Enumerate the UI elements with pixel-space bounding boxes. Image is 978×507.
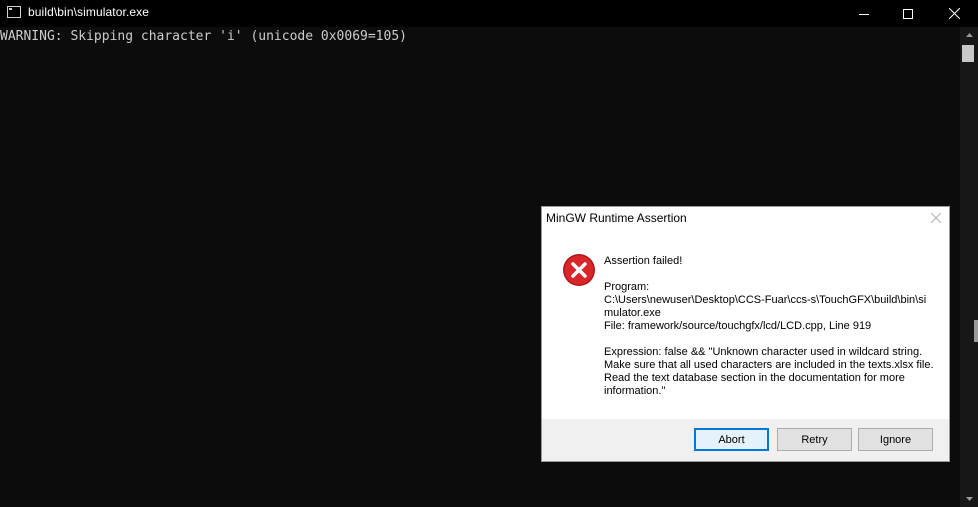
- close-icon: [931, 213, 941, 223]
- console-window-icon: [7, 6, 21, 18]
- abort-button[interactable]: Abort: [694, 428, 769, 451]
- assertion-dialog[interactable]: MinGW Runtime Assertion Assertion failed…: [541, 206, 950, 462]
- close-button[interactable]: [931, 0, 977, 27]
- console-line: WARNING: Skipping character 'i' (unicode…: [0, 29, 407, 44]
- retry-button[interactable]: Retry: [777, 428, 852, 451]
- close-icon: [948, 8, 960, 19]
- file-line: File: framework/source/touchgfx/lcd/LCD.…: [604, 320, 872, 332]
- dialog-close-button[interactable]: [928, 210, 944, 226]
- dialog-title: MinGW Runtime Assertion: [546, 211, 687, 225]
- ignore-button[interactable]: Ignore: [858, 428, 933, 451]
- vertical-scrollbar[interactable]: [960, 27, 978, 507]
- dialog-message: Assertion failed! Program: C:\Users\newu…: [604, 255, 934, 398]
- program-path: C:\Users\newuser\Desktop\CCS-Fuar\ccs-s\…: [604, 294, 927, 319]
- minimize-button[interactable]: [841, 0, 887, 27]
- maximize-button[interactable]: [885, 0, 931, 27]
- scroll-thumb[interactable]: [962, 45, 974, 62]
- scroll-position-marker: [974, 320, 978, 342]
- assertion-expression: Expression: false && "Unknown character …: [604, 346, 937, 397]
- chevron-up-icon: [965, 33, 973, 37]
- window-titlebar[interactable]: build\bin\simulator.exe: [0, 0, 978, 27]
- window-title: build\bin\simulator.exe: [28, 5, 150, 19]
- maximize-icon: [903, 8, 913, 19]
- assertion-heading: Assertion failed!: [604, 255, 683, 267]
- scroll-up-button[interactable]: [960, 27, 978, 43]
- error-icon: [563, 254, 595, 286]
- minimize-icon: [859, 13, 869, 15]
- program-label: Program:: [604, 281, 650, 293]
- dialog-button-bar: Abort Retry Ignore: [542, 419, 949, 461]
- scroll-down-button[interactable]: [960, 491, 978, 507]
- chevron-down-icon: [965, 497, 973, 501]
